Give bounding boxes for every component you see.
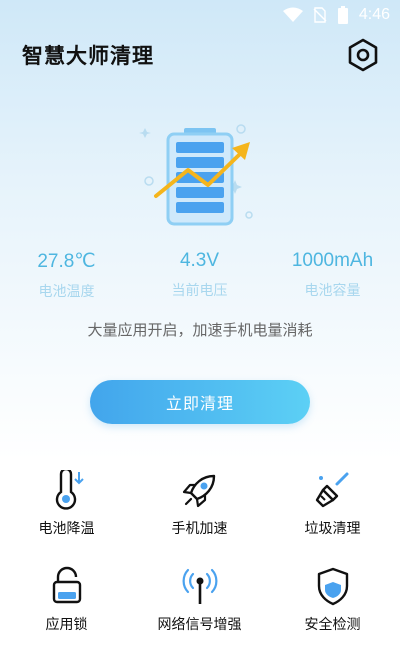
settings-button[interactable] [344,36,382,74]
battery-icon [337,6,348,24]
tool-label: 手机加速 [171,521,228,537]
stat-label: 电池容量 [304,283,361,299]
tool-battery-cooling[interactable]: 电池降温 [0,470,133,538]
stat-label: 当前电压 [171,283,228,299]
status-icons: 4:46 [282,6,390,24]
tool-label: 垃圾清理 [304,521,361,537]
lock-icon [52,566,81,604]
shield-icon [317,567,348,606]
battery-notice: 大量应用开启，加速手机电量消耗 [87,321,313,339]
wifi-icon [282,7,303,22]
rocket-icon [182,474,215,508]
broom-icon [315,472,348,508]
status-bar: 4:46 [0,0,400,32]
tool-label: 电池降温 [38,521,95,537]
tool-signal-boost[interactable]: 网络信号增强 [133,566,266,634]
tool-label: 安全检测 [304,617,361,633]
stat-voltage: 4.3V 当前电压 [133,250,266,300]
tool-junk-clean[interactable]: 垃圾清理 [266,470,399,538]
stat-label: 电池温度 [38,284,95,300]
stat-value: 27.8℃ [37,251,96,272]
stat-capacity: 1000mAh 电池容量 [266,250,399,300]
settings-icon [348,38,378,72]
tool-security-check[interactable]: 安全检测 [266,566,399,634]
stat-value: 1000mAh [291,250,374,271]
antenna-icon [182,568,217,604]
tool-label: 应用锁 [45,617,88,633]
thermometer-icon [55,470,84,510]
stat-battery-temp: 27.8℃ 电池温度 [0,250,133,301]
tool-label: 网络信号增强 [157,617,242,633]
tool-phone-boost[interactable]: 手机加速 [133,470,266,538]
app-title: 智慧大师清理 [22,44,154,68]
no-sim-icon [313,7,327,23]
battery-illustration [139,124,253,226]
status-time: 4:46 [358,6,390,23]
clean-now-button[interactable]: 立即清理 [90,380,310,424]
tool-app-lock[interactable]: 应用锁 [0,566,133,634]
stat-value: 4.3V [179,250,220,271]
